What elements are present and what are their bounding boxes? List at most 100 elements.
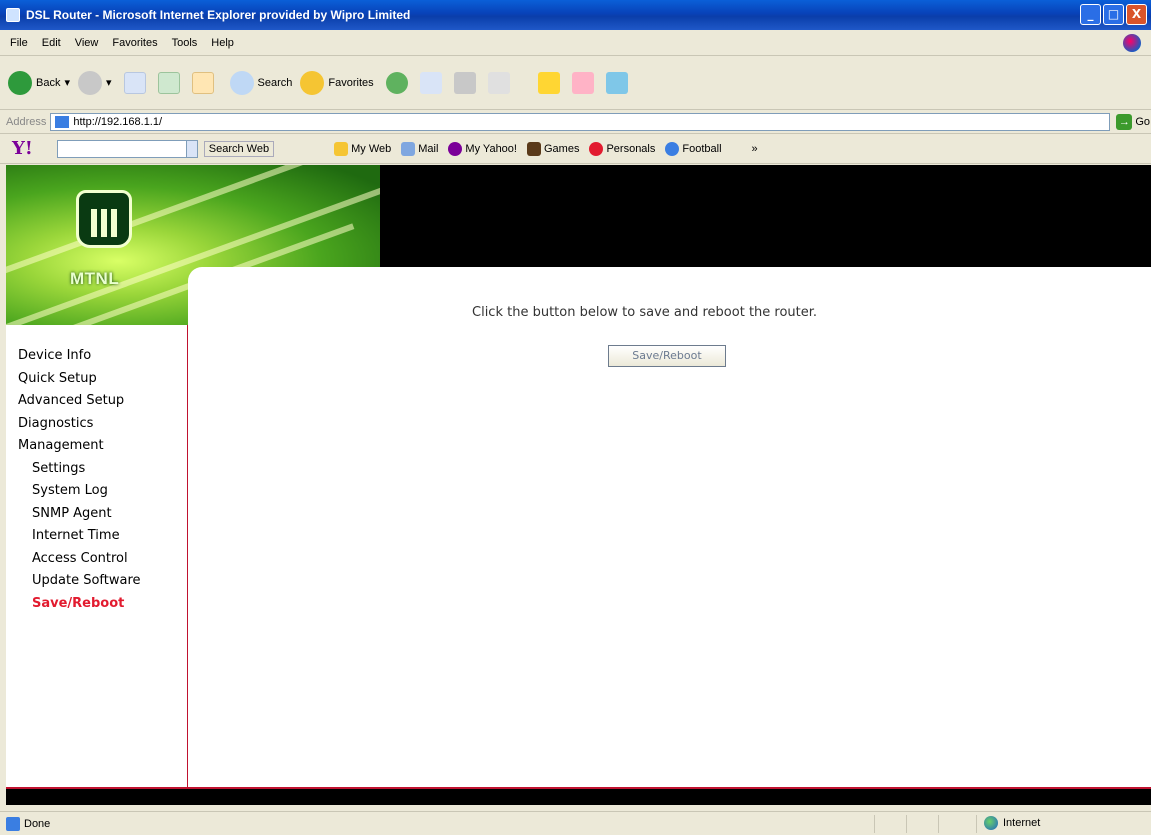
back-label: Back [36, 76, 61, 89]
maximize-button[interactable]: □ [1103, 4, 1124, 25]
instruction-text: Click the button below to save and reboo… [472, 305, 818, 320]
personals-label: Personals [606, 142, 656, 155]
sidebar-item-quick-setup[interactable]: Quick Setup [6, 368, 187, 391]
keypad-grid [91, 209, 117, 237]
browser-window: DSL Router - Microsoft Internet Explorer… [0, 0, 1151, 835]
home-icon[interactable] [191, 71, 214, 94]
yahoo-item-football[interactable]: Football [665, 141, 722, 156]
brand-logo-text: MTNL [70, 269, 120, 288]
yahoo-item-my-yahoo[interactable]: My Yahoo! [448, 141, 517, 156]
my-yahoo-icon [448, 141, 463, 156]
refresh-icon[interactable] [157, 71, 180, 94]
telephone-icon [76, 190, 132, 248]
banner-streak [6, 165, 375, 283]
forward-button[interactable]: ▾ [78, 70, 112, 95]
status-divider [938, 815, 939, 833]
search-button[interactable]: Search [229, 70, 292, 95]
my-web-label: My Web [351, 142, 392, 155]
sidebar-item-system-log[interactable]: System Log [6, 480, 187, 503]
page-done-icon [6, 816, 20, 831]
back-arrow-icon [8, 70, 32, 95]
my-web-icon [334, 141, 349, 156]
back-button[interactable]: Back ▾ [8, 70, 70, 95]
yahoo-item-my-web[interactable]: My Web [334, 141, 392, 156]
yahoo-item-personals[interactable]: Personals [589, 141, 656, 156]
search-web-button[interactable]: Search Web [203, 140, 275, 157]
sidebar-item-save-reboot[interactable]: Save/Reboot [6, 593, 187, 616]
messenger-icon[interactable] [537, 71, 560, 94]
yahoo-toolbar: Y! Search Web My Web Mail My Yahoo! Game… [0, 134, 1151, 164]
sidebar-item-access-control[interactable]: Access Control [6, 548, 187, 571]
menu-tools[interactable]: Tools [172, 37, 198, 49]
forward-arrow-icon [78, 70, 102, 95]
sidebar-item-device-info[interactable]: Device Info [6, 345, 187, 368]
go-label: Go [1135, 115, 1151, 128]
stop-icon[interactable] [123, 71, 146, 94]
menu-edit[interactable]: Edit [42, 37, 61, 49]
window-title: DSL Router - Microsoft Internet Explorer… [26, 8, 411, 22]
go-arrow-icon: → [1116, 113, 1133, 130]
main-panel: Click the button below to save and reboo… [188, 267, 1151, 787]
title-bar: DSL Router - Microsoft Internet Explorer… [0, 0, 1151, 30]
status-divider [906, 815, 907, 833]
sidebar-item-snmp-agent[interactable]: SNMP Agent [6, 503, 187, 526]
window-controls: _ □ X [1080, 4, 1147, 25]
address-url: http://192.168.1.1/ [73, 115, 163, 128]
favorites-star-icon [300, 70, 325, 95]
heart-icon [589, 141, 604, 156]
isp-logo-icon [1123, 34, 1141, 52]
address-input[interactable]: http://192.168.1.1/ [50, 112, 1111, 131]
yahoo-tool-icon[interactable] [571, 71, 594, 94]
zone-label: Internet [1003, 817, 1041, 829]
footer-band [6, 787, 1151, 805]
print-icon[interactable] [453, 71, 476, 94]
sidebar-item-update-software[interactable]: Update Software [6, 570, 187, 593]
yahoo-item-mail[interactable]: Mail [401, 141, 439, 156]
page-icon [55, 115, 70, 128]
toolbar-overflow-chevron-icon[interactable]: » [752, 143, 758, 155]
menu-bar: File Edit View Favorites Tools Help [0, 30, 1151, 56]
sidebar-item-advanced-setup[interactable]: Advanced Setup [6, 390, 187, 413]
history-icon[interactable] [385, 71, 408, 94]
yahoo-logo[interactable]: Y! [12, 138, 33, 159]
menu-file[interactable]: File [10, 37, 28, 49]
yahoo-item-games[interactable]: Games [526, 141, 579, 156]
sidebar-item-internet-time[interactable]: Internet Time [6, 525, 187, 548]
yahoo-search-input[interactable] [56, 139, 187, 158]
globe-icon [984, 816, 998, 830]
minimize-button[interactable]: _ [1080, 4, 1101, 25]
menu-view[interactable]: View [75, 37, 99, 49]
favorites-button[interactable]: Favorites [300, 70, 374, 95]
sidebar-item-management[interactable]: Management [6, 435, 187, 458]
status-bar: Done Internet [0, 811, 1151, 835]
address-bar: Address http://192.168.1.1/ → Go [0, 110, 1151, 134]
yahoo-search-dropdown[interactable] [185, 139, 198, 158]
games-icon [526, 141, 541, 156]
my-yahoo-label: My Yahoo! [465, 142, 517, 155]
sidebar-item-diagnostics[interactable]: Diagnostics [6, 413, 187, 436]
security-zone: Internet [984, 816, 1040, 830]
search-web-label: Search Web [208, 142, 270, 155]
go-button[interactable]: → Go [1116, 113, 1151, 130]
header-black-band [380, 165, 1151, 267]
football-label: Football [682, 142, 722, 155]
favorites-label: Favorites [328, 76, 374, 89]
ie-icon [6, 8, 20, 22]
mail-icon [401, 141, 416, 156]
status-text: Done [24, 817, 51, 830]
mail-icon[interactable] [419, 71, 442, 94]
status-divider [976, 815, 977, 833]
menu-help[interactable]: Help [211, 37, 234, 49]
save-reboot-button[interactable]: Save/Reboot [608, 345, 726, 367]
mail-label: Mail [418, 142, 439, 155]
football-icon [665, 141, 680, 156]
status-divider [874, 815, 875, 833]
sidebar-item-settings[interactable]: Settings [6, 458, 187, 481]
edit-icon[interactable] [487, 71, 510, 94]
close-button[interactable]: X [1126, 4, 1147, 25]
msn-icon[interactable] [605, 71, 628, 94]
page-content: MTNL Device Info Quick Setup Advanced Se… [6, 165, 1151, 805]
sidebar-nav: Device Info Quick Setup Advanced Setup D… [6, 325, 188, 787]
standard-toolbar: Back ▾ ▾ Search Favorites [0, 56, 1151, 110]
menu-favorites[interactable]: Favorites [112, 37, 157, 49]
